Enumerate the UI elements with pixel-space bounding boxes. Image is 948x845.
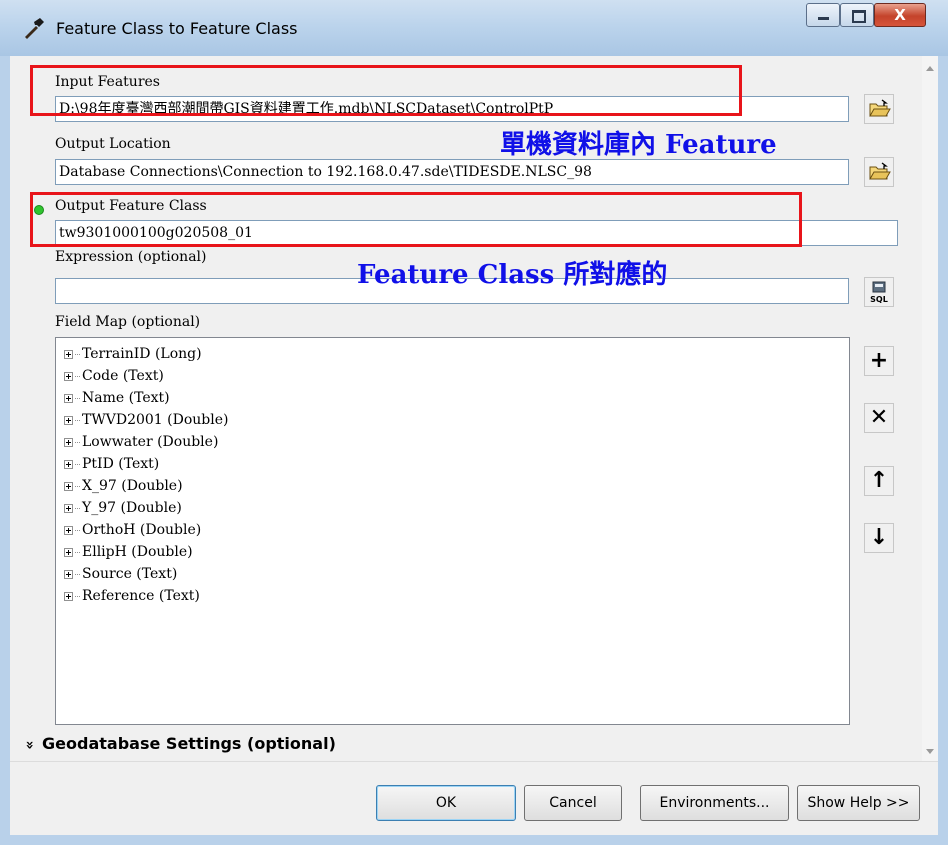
maximize-icon bbox=[852, 10, 866, 23]
output-location-label: Output Location bbox=[55, 136, 171, 152]
chevron-down-icon: » bbox=[21, 740, 38, 750]
tree-connector bbox=[75, 529, 80, 531]
open-folder-icon bbox=[869, 162, 891, 180]
field-map-item-label: Name (Text) bbox=[82, 390, 170, 406]
geodatabase-settings-toggle[interactable]: » Geodatabase Settings (optional) bbox=[21, 734, 336, 753]
dialog-button-bar: OK Cancel Environments... Show Help >> bbox=[10, 761, 938, 835]
field-map-item-label: X_97 (Double) bbox=[82, 478, 183, 494]
sql-query-icon: SQL bbox=[870, 281, 888, 304]
dialog-client-area: Input Features D:\98年度臺灣西部潮間帶GIS資料建置工作.m… bbox=[10, 56, 938, 835]
add-field-button[interactable]: + bbox=[864, 346, 894, 376]
expand-icon[interactable] bbox=[64, 415, 73, 425]
field-map-item-label: TerrainID (Long) bbox=[82, 346, 202, 362]
plus-icon: + bbox=[869, 348, 889, 373]
field-map-item[interactable]: PtID (Text) bbox=[64, 453, 159, 475]
field-map-item[interactable]: OrthoH (Double) bbox=[64, 519, 201, 541]
tool-dialog-window: Feature Class to Feature Class X Input F… bbox=[0, 0, 948, 845]
vertical-scrollbar[interactable] bbox=[922, 56, 938, 761]
tree-connector bbox=[75, 353, 80, 355]
tree-connector bbox=[75, 573, 80, 575]
move-down-button[interactable]: ↓ bbox=[864, 523, 894, 553]
tree-connector bbox=[75, 419, 80, 421]
sql-query-button[interactable]: SQL bbox=[864, 277, 894, 307]
tree-connector bbox=[75, 595, 80, 597]
field-map-item[interactable]: Y_97 (Double) bbox=[64, 497, 182, 519]
tree-connector bbox=[75, 551, 80, 553]
expand-icon[interactable] bbox=[64, 503, 73, 513]
expand-icon[interactable] bbox=[64, 371, 73, 381]
open-folder-icon bbox=[869, 99, 891, 117]
move-up-button[interactable]: ↑ bbox=[864, 466, 894, 496]
arrow-up-icon: ↑ bbox=[869, 468, 889, 493]
field-map-item[interactable]: Code (Text) bbox=[64, 365, 164, 387]
arrow-down-icon: ↓ bbox=[869, 525, 889, 550]
tree-connector bbox=[75, 507, 80, 509]
field-map-item-label: Code (Text) bbox=[82, 368, 164, 384]
scroll-down-icon[interactable] bbox=[926, 749, 934, 754]
close-button[interactable]: X bbox=[874, 3, 926, 27]
field-map-item[interactable]: X_97 (Double) bbox=[64, 475, 183, 497]
expand-icon[interactable] bbox=[64, 393, 73, 403]
input-features-browse-button[interactable] bbox=[864, 94, 894, 124]
tree-connector bbox=[75, 375, 80, 377]
field-map-tree[interactable]: TerrainID (Long) Code (Text) Name (Text)… bbox=[55, 337, 850, 725]
expression-label: Expression (optional) bbox=[55, 249, 207, 265]
expand-icon[interactable] bbox=[64, 459, 73, 469]
field-map-item[interactable]: Source (Text) bbox=[64, 563, 177, 585]
tree-connector bbox=[75, 441, 80, 443]
hammer-icon bbox=[25, 18, 44, 39]
tree-connector bbox=[75, 485, 80, 487]
field-map-item[interactable]: TerrainID (Long) bbox=[64, 343, 202, 365]
field-map-item[interactable]: Reference (Text) bbox=[64, 585, 200, 607]
tree-connector bbox=[75, 463, 80, 465]
scroll-up-icon[interactable] bbox=[926, 66, 934, 71]
close-icon: ✕ bbox=[869, 405, 889, 430]
field-map-label: Field Map (optional) bbox=[55, 314, 201, 330]
annotation-text: 單機資料庫內 Feature bbox=[500, 130, 777, 160]
tree-connector bbox=[75, 397, 80, 399]
field-map-item[interactable]: Name (Text) bbox=[64, 387, 170, 409]
expand-icon[interactable] bbox=[64, 591, 73, 601]
field-map-item-label: TWVD2001 (Double) bbox=[82, 412, 229, 428]
parameters-panel: Input Features D:\98年度臺灣西部潮間帶GIS資料建置工作.m… bbox=[10, 56, 922, 761]
expand-icon[interactable] bbox=[64, 349, 73, 359]
field-map-item[interactable]: TWVD2001 (Double) bbox=[64, 409, 228, 431]
show-help-button[interactable]: Show Help >> bbox=[797, 785, 920, 821]
highlight-box-input-features bbox=[30, 65, 742, 116]
svg-text:SQL: SQL bbox=[870, 295, 888, 304]
expand-icon[interactable] bbox=[64, 547, 73, 557]
field-map-item-label: PtID (Text) bbox=[82, 456, 160, 472]
geodatabase-settings-label: Geodatabase Settings (optional) bbox=[42, 734, 336, 753]
field-map-item[interactable]: EllipH (Double) bbox=[64, 541, 193, 563]
field-map-item-label: Reference (Text) bbox=[82, 588, 200, 604]
minimize-icon bbox=[818, 17, 829, 20]
expand-icon[interactable] bbox=[64, 569, 73, 579]
output-location-field[interactable]: Database Connections\Connection to 192.1… bbox=[55, 159, 849, 185]
expand-icon[interactable] bbox=[64, 481, 73, 491]
delete-field-button[interactable]: ✕ bbox=[864, 403, 894, 433]
minimize-button[interactable] bbox=[806, 3, 840, 27]
ok-button[interactable]: OK bbox=[376, 785, 516, 821]
expand-icon[interactable] bbox=[64, 437, 73, 447]
highlight-box-output-feature-class bbox=[30, 192, 802, 247]
maximize-button[interactable] bbox=[840, 3, 874, 27]
window-title: Feature Class to Feature Class bbox=[56, 19, 298, 38]
title-bar[interactable]: Feature Class to Feature Class X bbox=[0, 0, 948, 56]
cancel-button[interactable]: Cancel bbox=[524, 785, 622, 821]
expand-icon[interactable] bbox=[64, 525, 73, 535]
field-map-item-label: EllipH (Double) bbox=[82, 544, 193, 560]
field-map-item-label: OrthoH (Double) bbox=[82, 522, 202, 538]
field-map-item-label: Source (Text) bbox=[82, 566, 178, 582]
annotation-text: Feature Class 所對應的 bbox=[357, 260, 668, 290]
output-location-browse-button[interactable] bbox=[864, 157, 894, 187]
field-map-item-label: Y_97 (Double) bbox=[82, 500, 182, 516]
environments-button[interactable]: Environments... bbox=[640, 785, 789, 821]
field-map-item[interactable]: Lowwater (Double) bbox=[64, 431, 218, 453]
field-map-item-label: Lowwater (Double) bbox=[82, 434, 219, 450]
close-icon: X bbox=[894, 6, 906, 24]
